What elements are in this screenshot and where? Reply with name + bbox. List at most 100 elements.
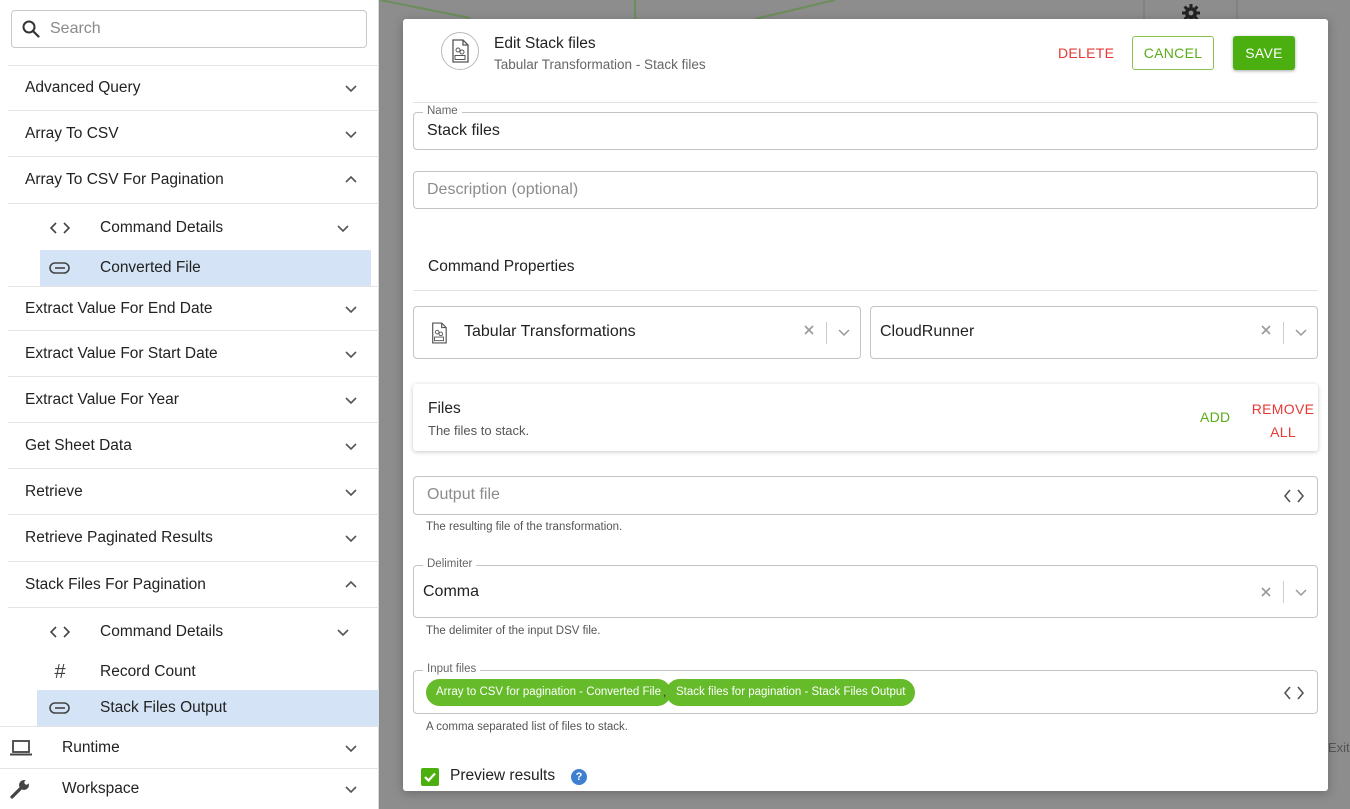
check-icon xyxy=(424,772,436,783)
chevron-down-icon[interactable] xyxy=(343,438,359,454)
attachment-icon xyxy=(48,258,72,278)
tree-item-label: Get Sheet Data xyxy=(25,436,132,454)
code-icon xyxy=(48,622,72,642)
tree-item-label: Advanced Query xyxy=(25,79,141,96)
tree-item-get-sheet-data[interactable]: Get Sheet Data xyxy=(8,423,379,469)
search-input[interactable] xyxy=(50,20,330,38)
delimiter-label: Delimiter xyxy=(423,558,477,570)
select-separator xyxy=(826,322,827,344)
tree-item-label: Retrieve Paginated Results xyxy=(25,529,213,546)
chevron-down-icon[interactable] xyxy=(335,624,351,640)
clear-icon[interactable] xyxy=(802,323,816,337)
tree-subitem-label: Converted File xyxy=(100,259,201,276)
preview-checkbox[interactable] xyxy=(421,768,439,786)
chevron-down-icon[interactable] xyxy=(343,80,359,96)
save-button[interactable]: SAVE xyxy=(1233,36,1295,70)
clear-icon[interactable] xyxy=(1259,585,1273,599)
chevron-up-icon[interactable] xyxy=(343,577,359,593)
tabular-file-icon xyxy=(430,322,448,349)
files-subtitle: The files to stack. xyxy=(428,423,530,438)
chevron-down-icon[interactable] xyxy=(1293,584,1309,600)
select-separator xyxy=(1283,322,1284,344)
description-field[interactable]: Description (optional) xyxy=(413,171,1318,209)
remove-all-button[interactable]: REMOVE ALL xyxy=(1251,398,1315,444)
delete-button[interactable]: DELETE xyxy=(1048,36,1124,70)
tree-item-extract-value-for-year[interactable]: Extract Value For Year xyxy=(8,377,379,423)
input-file-chip[interactable]: Array to CSV for pagination - Converted … xyxy=(426,679,671,706)
wrench-icon xyxy=(8,778,34,800)
input-files-helper: A comma separated list of files to stack… xyxy=(426,721,628,733)
tree-subitem-command-details-2[interactable]: Command Details xyxy=(40,609,371,654)
chevron-down-icon[interactable] xyxy=(335,220,351,236)
hash-icon: # xyxy=(54,660,66,683)
tree-subitem-label: Command Details xyxy=(100,622,224,640)
chevron-down-icon[interactable] xyxy=(343,781,359,797)
tree-item-array-to-csv-for-pagination[interactable]: Array To CSV For Pagination xyxy=(8,157,379,204)
input-file-chip[interactable]: Stack files for pagination - Stack Files… xyxy=(666,679,916,706)
tree-item-label: Extract Value For End Date xyxy=(25,299,213,317)
tree-item-label: Array To CSV For Pagination xyxy=(25,171,224,188)
delimiter-select[interactable]: Delimiter Comma xyxy=(413,558,1318,618)
clear-icon[interactable] xyxy=(1259,323,1273,337)
files-card: Files The files to stack. ADD REMOVE ALL xyxy=(413,384,1318,451)
help-icon[interactable]: ? xyxy=(571,769,587,785)
tree-item-extract-value-for-start-date[interactable]: Extract Value For Start Date xyxy=(8,331,379,377)
command-tree-panel: Advanced Query Array To CSV Array To CSV… xyxy=(0,0,379,809)
add-file-button[interactable]: ADD xyxy=(1200,409,1230,425)
tree-item-label: Runtime xyxy=(62,738,120,756)
divider xyxy=(413,102,1318,103)
tree-item-workspace[interactable]: Workspace xyxy=(0,769,379,809)
tree-subitem-command-details[interactable]: Command Details xyxy=(40,205,371,250)
tree-subitem-converted-file[interactable]: Converted File xyxy=(40,250,371,286)
input-files-field[interactable]: Input files Array to CSV for pagination … xyxy=(413,663,1318,714)
runner-select[interactable]: CloudRunner xyxy=(870,306,1318,359)
chevron-up-icon[interactable] xyxy=(343,172,359,188)
tabular-file-icon xyxy=(441,32,479,70)
tree-subitem-label: Command Details xyxy=(100,218,224,236)
tree-item-array-to-csv[interactable]: Array To CSV xyxy=(8,111,379,157)
chevron-down-icon[interactable] xyxy=(343,484,359,500)
chevron-down-icon[interactable] xyxy=(343,740,359,756)
chevron-down-icon[interactable] xyxy=(343,392,359,408)
tree-item-retrieve-paginated-results[interactable]: Retrieve Paginated Results xyxy=(8,515,379,562)
tree-item-label: Extract Value For Start Date xyxy=(25,344,218,362)
name-field-value[interactable]: Stack files xyxy=(427,122,500,140)
tree-item-label: Array To CSV xyxy=(25,124,119,142)
chevron-down-icon[interactable] xyxy=(343,530,359,546)
code-icon xyxy=(48,218,72,238)
tree-item-label: Extract Value For Year xyxy=(25,390,179,408)
search-box[interactable] xyxy=(11,10,367,48)
attachment-icon xyxy=(48,698,72,718)
name-field-label: Name xyxy=(423,105,462,117)
search-icon xyxy=(22,20,40,38)
tree-item-label: Retrieve xyxy=(25,482,83,500)
exit-label[interactable]: Exit xyxy=(1328,740,1350,755)
dialog-title: Edit Stack files xyxy=(494,35,596,52)
preview-label[interactable]: Preview results xyxy=(450,767,555,785)
tree-subitem-record-count[interactable]: # Record Count xyxy=(40,654,371,690)
select-separator xyxy=(1283,581,1284,603)
tree-item-label: Workspace xyxy=(62,780,140,797)
chevron-down-icon[interactable] xyxy=(1293,324,1309,340)
input-files-label: Input files xyxy=(423,663,481,675)
chevron-down-icon[interactable] xyxy=(343,301,359,317)
cancel-button[interactable]: CANCEL xyxy=(1132,36,1214,70)
tree-item-advanced-query[interactable]: Advanced Query xyxy=(8,65,379,111)
chevron-down-icon[interactable] xyxy=(343,126,359,142)
code-icon[interactable] xyxy=(1283,488,1305,504)
code-icon[interactable] xyxy=(1283,685,1305,701)
output-file-placeholder: Output file xyxy=(427,486,500,503)
tree-subitem-stack-files-output[interactable]: Stack Files Output xyxy=(37,690,379,726)
chevron-down-icon[interactable] xyxy=(836,324,852,340)
output-file-field[interactable]: Output file xyxy=(413,476,1318,515)
tree-item-extract-value-for-end-date[interactable]: Extract Value For End Date xyxy=(8,286,379,331)
tree-item-stack-files-for-pagination[interactable]: Stack Files For Pagination xyxy=(8,562,379,608)
tree-item-runtime[interactable]: Runtime xyxy=(0,726,379,769)
runner-value: CloudRunner xyxy=(880,323,975,340)
tree-item-retrieve[interactable]: Retrieve xyxy=(8,469,379,515)
laptop-icon xyxy=(8,737,34,759)
name-field[interactable]: Name Stack files xyxy=(413,105,1318,150)
connector-select[interactable]: Tabular Transformations xyxy=(413,306,861,359)
command-properties-title: Command Properties xyxy=(428,258,575,275)
chevron-down-icon[interactable] xyxy=(343,346,359,362)
